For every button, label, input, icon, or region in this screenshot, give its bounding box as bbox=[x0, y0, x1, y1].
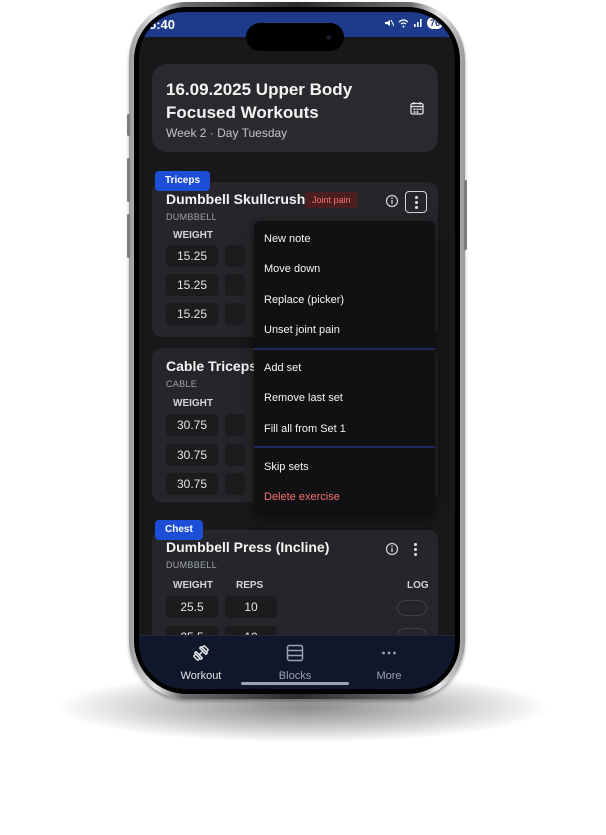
signal-icon bbox=[413, 19, 422, 27]
menu-item-add-set[interactable]: Add set bbox=[264, 362, 301, 374]
menu-item-replace[interactable]: Replace (picker) bbox=[264, 294, 344, 306]
weight-input[interactable]: 30.75 bbox=[166, 473, 218, 495]
dumbbell-icon bbox=[193, 645, 209, 661]
nav-label-more: More bbox=[376, 670, 402, 682]
phone-frame: 5:40 76 16.09.2025 Upper Body Focused Wo… bbox=[127, 2, 467, 699]
weight-column-header: WEIGHT bbox=[173, 230, 213, 241]
more-vertical-icon bbox=[414, 195, 418, 209]
exercise-name: Dumbbell Skullcrusher bbox=[166, 191, 319, 207]
bottom-navigation: Workout Blocks More bbox=[139, 635, 455, 689]
weight-input[interactable]: 30.75 bbox=[166, 444, 218, 466]
menu-item-remove-last-set[interactable]: Remove last set bbox=[264, 392, 343, 404]
reps-input[interactable]: 10 bbox=[225, 596, 277, 618]
app-screen: 5:40 76 16.09.2025 Upper Body Focused Wo… bbox=[139, 12, 455, 689]
menu-item-skip-sets[interactable]: Skip sets bbox=[264, 461, 309, 473]
wifi-icon bbox=[398, 19, 409, 28]
reps-column-header: REPS bbox=[236, 580, 264, 591]
workout-content[interactable]: 16.09.2025 Upper Body Focused Workouts W… bbox=[139, 37, 455, 636]
menu-divider bbox=[254, 348, 435, 350]
workout-title: 16.09.2025 Upper Body Focused Workouts bbox=[166, 80, 353, 122]
exercise-equipment: DUMBBELL bbox=[166, 560, 217, 570]
muscle-group-tag: Chest bbox=[155, 520, 203, 540]
status-icons: 76 bbox=[384, 17, 443, 29]
nav-item-more[interactable]: More bbox=[349, 644, 429, 682]
exercise-equipment: CABLE bbox=[166, 379, 198, 389]
exercise-name: Dumbbell Press (Incline) bbox=[166, 539, 330, 555]
volume-up-button bbox=[127, 158, 130, 202]
weight-column-header: WEIGHT bbox=[173, 580, 213, 591]
exercise-options-menu: New note Move down Replace (picker) Unse… bbox=[254, 221, 435, 513]
status-time: 5:40 bbox=[149, 17, 176, 32]
workout-subtitle: Week 2 · Day Tuesday bbox=[166, 126, 288, 140]
calendar-icon[interactable] bbox=[410, 101, 424, 115]
exercise-card: Dumbbell Press (Incline) DUMBBELL WEIGHT… bbox=[152, 530, 438, 636]
weight-column-header: WEIGHT bbox=[173, 398, 213, 409]
power-button bbox=[464, 180, 467, 250]
nav-label-blocks: Blocks bbox=[278, 670, 312, 682]
nav-item-workout[interactable]: Workout bbox=[161, 644, 241, 682]
info-icon[interactable] bbox=[385, 194, 399, 208]
reps-input[interactable] bbox=[225, 414, 245, 436]
weight-input[interactable]: 25.5 bbox=[166, 596, 218, 618]
weight-input[interactable]: 15.25 bbox=[166, 303, 218, 325]
nav-label-workout: Workout bbox=[180, 670, 222, 682]
menu-divider bbox=[254, 446, 435, 448]
joint-pain-badge: Joint pain bbox=[305, 192, 358, 208]
menu-item-move-down[interactable]: Move down bbox=[264, 263, 320, 275]
reps-input[interactable] bbox=[225, 444, 245, 466]
mute-switch bbox=[127, 114, 130, 136]
weight-input[interactable]: 15.25 bbox=[166, 274, 218, 296]
exercise-equipment: DUMBBELL bbox=[166, 212, 217, 222]
reps-input[interactable] bbox=[225, 303, 245, 325]
reps-input[interactable] bbox=[225, 473, 245, 495]
log-set-toggle[interactable] bbox=[397, 600, 427, 616]
info-icon[interactable] bbox=[385, 542, 399, 556]
menu-item-delete-exercise[interactable]: Delete exercise bbox=[264, 491, 340, 503]
reps-input[interactable] bbox=[225, 274, 245, 296]
log-column-header: LOG bbox=[407, 580, 429, 591]
workout-header-card: 16.09.2025 Upper Body Focused Workouts W… bbox=[152, 64, 438, 152]
exercise-name: Cable Triceps bbox=[166, 358, 258, 374]
reps-input[interactable] bbox=[225, 245, 245, 267]
home-indicator[interactable] bbox=[241, 682, 349, 685]
battery-icon: 76 bbox=[426, 17, 443, 29]
menu-item-fill-all[interactable]: Fill all from Set 1 bbox=[264, 423, 346, 435]
muscle-group-tag: Triceps bbox=[155, 171, 211, 191]
menu-item-unset-joint-pain[interactable]: Unset joint pain bbox=[264, 324, 340, 336]
weight-input[interactable]: 30.75 bbox=[166, 414, 218, 436]
exercise-options-button[interactable] bbox=[405, 539, 425, 559]
menu-item-new-note[interactable]: New note bbox=[264, 233, 310, 245]
volume-down-button bbox=[127, 214, 130, 258]
more-vertical-icon bbox=[413, 542, 417, 556]
more-horizontal-icon bbox=[382, 651, 396, 655]
mute-icon bbox=[384, 19, 394, 27]
weight-input[interactable]: 15.25 bbox=[166, 245, 218, 267]
exercise-options-button[interactable] bbox=[405, 191, 427, 213]
nav-item-blocks[interactable]: Blocks bbox=[255, 644, 335, 682]
blocks-icon bbox=[286, 644, 304, 662]
